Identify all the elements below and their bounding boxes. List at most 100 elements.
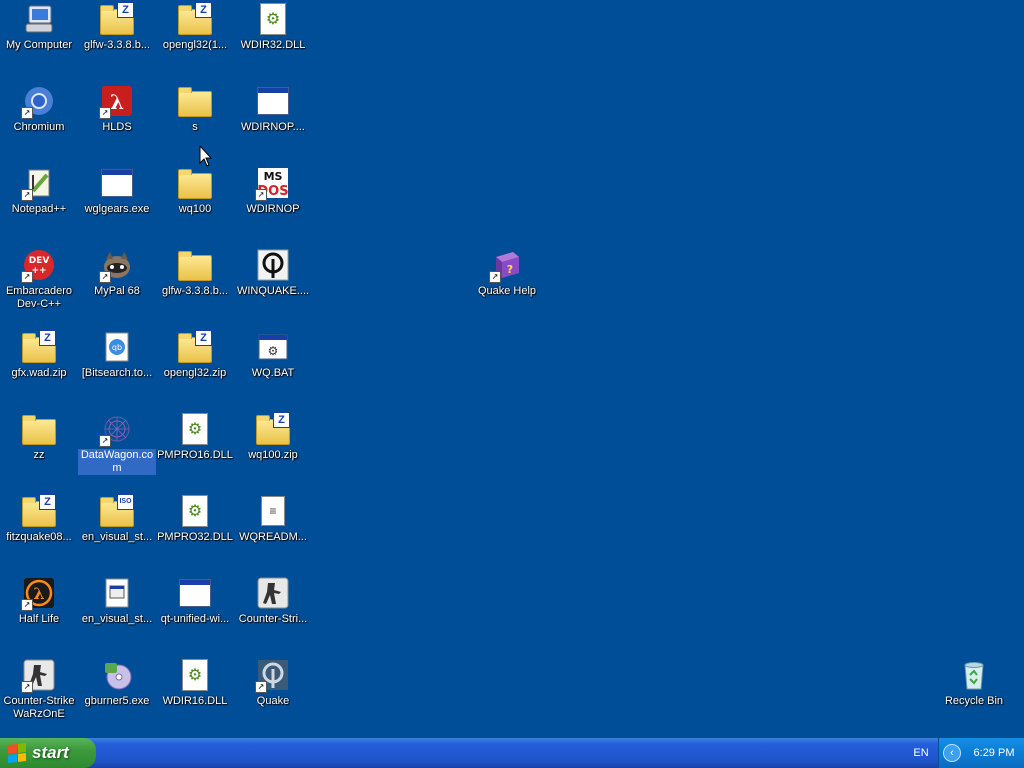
desktop-icon-bitsearch[interactable]: qb [Bitsearch.to...	[78, 330, 156, 380]
desktop-icon-half-life[interactable]: λ ↗ Half Life	[0, 576, 78, 626]
language-indicator[interactable]: EN	[908, 744, 934, 762]
icon-label: WINQUAKE....	[236, 285, 310, 297]
shortcut-arrow-icon: ↗	[99, 271, 111, 283]
desktop-icon-glfw-zip[interactable]: Z glfw-3.3.8.b...	[78, 2, 156, 52]
desktop-icon-gburner[interactable]: gburner5.exe	[78, 658, 156, 708]
desktop-icon-mypal[interactable]: ↗ MyPal 68	[78, 248, 156, 298]
icon-label: fitzquake08...	[6, 531, 72, 543]
zip-folder-icon: Z	[178, 2, 212, 36]
zip-folder-icon: Z	[100, 2, 134, 36]
icon-label: WDIRNOP	[246, 203, 300, 215]
icon-label: gfx.wad.zip	[11, 367, 67, 379]
half-life-icon: λ ↗	[21, 576, 56, 611]
desktop-icon-wdirnop-exe[interactable]: WDIRNOP....	[234, 84, 312, 134]
svg-text:λ: λ	[110, 90, 124, 114]
icon-label: glfw-3.3.8.b...	[83, 39, 151, 51]
installer-document-icon	[100, 576, 134, 610]
show-hidden-icons-button[interactable]: ‹	[943, 744, 961, 762]
mypal-raccoon-icon: ↗	[99, 248, 134, 283]
zip-folder-icon: Z	[22, 494, 56, 528]
icon-label: Counter-Strike WaRzOnE	[3, 695, 75, 720]
desktop-icon-wdir32-dll[interactable]: ⚙ WDIR32.DLL	[234, 2, 312, 52]
icon-label: PMPRO16.DLL	[157, 449, 233, 461]
shortcut-arrow-icon: ↗	[255, 189, 267, 201]
icon-label: WQREADM...	[239, 531, 307, 543]
desktop-icon-s[interactable]: s	[156, 84, 234, 134]
desktop-icon-fitzquake[interactable]: Z fitzquake08...	[0, 494, 78, 544]
datawagon-icon: ↗	[99, 412, 134, 447]
recycle-bin-icon	[957, 658, 991, 692]
desktop-icon-wglgears[interactable]: wglgears.exe	[78, 166, 156, 216]
icon-label: en_visual_st...	[81, 613, 153, 625]
icon-label: glfw-3.3.8.b...	[161, 285, 229, 297]
desktop-icon-chromium[interactable]: ↗ Chromium	[0, 84, 78, 134]
desktop-icon-quake-help[interactable]: ? ↗ Quake Help	[468, 248, 546, 298]
desktop-icon-embarcadero-dev-cpp[interactable]: DEV ++ ↗ Embarcadero Dev-C++	[0, 248, 78, 311]
desktop-icon-quake[interactable]: ↗ Quake	[234, 658, 312, 708]
dll-icon: ⚙	[178, 658, 212, 692]
folder-icon	[178, 166, 212, 200]
application-window-icon	[178, 576, 212, 610]
shortcut-arrow-icon: ↗	[21, 271, 33, 283]
quake-icon	[256, 248, 290, 282]
desktop-icon-wdirnop[interactable]: MS DOS ↗ WDIRNOP	[234, 166, 312, 216]
desktop-icon-counter-strike[interactable]: Counter-Stri...	[234, 576, 312, 626]
desktop-icon-pmpro16-dll[interactable]: ⚙ PMPRO16.DLL	[156, 412, 234, 462]
dev-cpp-icon: DEV ++ ↗	[21, 248, 56, 283]
shortcut-arrow-icon: ↗	[99, 435, 111, 447]
qbittorrent-file-icon: qb	[100, 330, 134, 364]
start-button[interactable]: start	[0, 738, 96, 768]
ms-dos-icon: MS DOS ↗	[255, 166, 290, 201]
desktop-icon-wq100-zip[interactable]: Z wq100.zip	[234, 412, 312, 462]
desktop-icon-glfw-folder[interactable]: glfw-3.3.8.b...	[156, 248, 234, 298]
desktop-icon-my-computer[interactable]: My Computer	[0, 2, 78, 52]
folder-icon	[178, 248, 212, 282]
desktop-icon-wqreadme[interactable]: ≡ WQREADM...	[234, 494, 312, 544]
counter-strike-icon: ↗	[21, 658, 56, 693]
shortcut-arrow-icon: ↗	[489, 271, 501, 283]
notepad-plus-plus-icon: ↗	[21, 166, 56, 201]
quake-icon: ↗	[255, 658, 290, 693]
icon-label: wq100	[178, 203, 212, 215]
desktop-icon-en-visual-studio-iso[interactable]: ISO en_visual_st...	[78, 494, 156, 544]
desktop-icon-pmpro32-dll[interactable]: ⚙ PMPRO32.DLL	[156, 494, 234, 544]
desktop-icon-recycle-bin[interactable]: Recycle Bin	[935, 658, 1013, 708]
folder-icon	[178, 84, 212, 118]
desktop-icon-datawagon[interactable]: ↗ DataWagon.com	[78, 412, 156, 475]
desktop-icon-wq100[interactable]: wq100	[156, 166, 234, 216]
start-label: start	[32, 743, 69, 762]
desktop-icon-en-visual-studio-installer[interactable]: en_visual_st...	[78, 576, 156, 626]
desktop-icon-notepad-plus-plus[interactable]: ↗ Notepad++	[0, 166, 78, 216]
svg-text:?: ?	[507, 263, 513, 276]
desktop-icon-hlds[interactable]: λ ↗ HLDS	[78, 84, 156, 134]
dll-icon: ⚙	[178, 412, 212, 446]
icon-label: DataWagon.com	[78, 449, 156, 475]
desktop-icon-opengl32-zip-1[interactable]: Z opengl32(1...	[156, 2, 234, 52]
icon-label: WQ.BAT	[251, 367, 295, 379]
desktop-icon-counter-strike-warzone[interactable]: ↗ Counter-Strike WaRzOnE	[0, 658, 78, 721]
icon-label: zz	[33, 449, 45, 461]
desktop-icon-opengl32-zip[interactable]: Z opengl32.zip	[156, 330, 234, 380]
icon-label: qt-unified-wi...	[160, 613, 230, 625]
desktop: My Computer ↗ Chromium ↗ Notepad++ DEV ++…	[0, 0, 1024, 738]
icon-label: HLDS	[102, 121, 132, 133]
gburner-icon	[100, 658, 134, 692]
desktop-icon-wq-bat[interactable]: ⚙ WQ.BAT	[234, 330, 312, 380]
desktop-icon-winquake[interactable]: WINQUAKE....	[234, 248, 312, 298]
icon-label: wglgears.exe	[84, 203, 150, 215]
icon-label: Half Life	[18, 613, 60, 625]
my-computer-icon	[22, 2, 56, 36]
icon-label: gburner5.exe	[84, 695, 150, 707]
desktop-icon-zz[interactable]: zz	[0, 412, 78, 462]
clock[interactable]: 6:29 PM	[965, 738, 1023, 768]
zip-folder-icon: Z	[22, 330, 56, 364]
icon-label: s	[192, 121, 198, 133]
desktop-icon-wdir16-dll[interactable]: ⚙ WDIR16.DLL	[156, 658, 234, 708]
shortcut-arrow-icon: ↗	[21, 681, 33, 693]
application-window-icon	[100, 166, 134, 200]
icon-label: en_visual_st...	[81, 531, 153, 543]
desktop-icon-qt-unified[interactable]: qt-unified-wi...	[156, 576, 234, 626]
desktop-icon-gfx-wad-zip[interactable]: Z gfx.wad.zip	[0, 330, 78, 380]
chromium-icon: ↗	[21, 84, 56, 119]
zip-folder-icon: Z	[256, 412, 290, 446]
